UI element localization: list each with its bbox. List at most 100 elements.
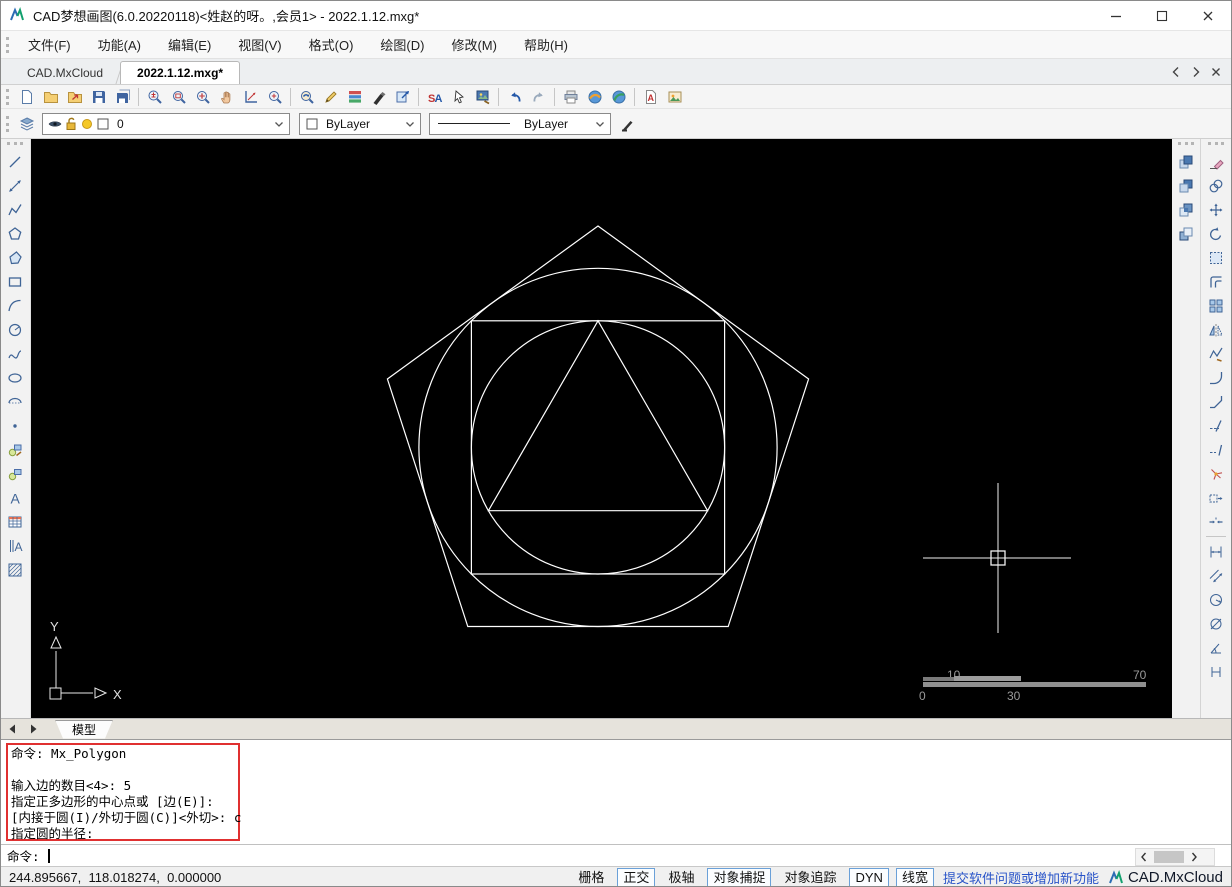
drawing-canvas[interactable]: Y X 10 70 0 30: [30, 139, 1172, 718]
stretch-button[interactable]: [1205, 486, 1228, 509]
zoom-plus-button[interactable]: [263, 85, 286, 108]
chevron-down-icon[interactable]: [402, 116, 418, 132]
xline-button[interactable]: [4, 174, 27, 197]
point-button[interactable]: [4, 414, 27, 437]
vertical-text-button[interactable]: A: [4, 534, 27, 557]
draw-order-front-button[interactable]: [1175, 150, 1198, 173]
layers-color-button[interactable]: [343, 85, 366, 108]
drawing-inscribed-circle-inner[interactable]: [470, 320, 726, 575]
dim-angular-button[interactable]: [1205, 636, 1228, 659]
ellipse-arc-button[interactable]: [4, 390, 27, 413]
array-button[interactable]: [1205, 294, 1228, 317]
zoom-extents-button[interactable]: [191, 85, 214, 108]
select-rect-button[interactable]: [1205, 246, 1228, 269]
draw-order-back-button[interactable]: [1175, 174, 1198, 197]
tab-prev-button[interactable]: [1167, 63, 1185, 81]
color-combo[interactable]: ByLayer: [299, 112, 421, 135]
scroll-right-button[interactable]: [1186, 850, 1202, 864]
save-button[interactable]: [87, 85, 110, 108]
break-button[interactable]: [1205, 510, 1228, 533]
toggle-lineweight[interactable]: 线宽: [895, 868, 934, 886]
dim-diameter-button[interactable]: [1205, 612, 1228, 635]
web-orange-button[interactable]: [583, 85, 606, 108]
draw-order-above-button[interactable]: [1175, 198, 1198, 221]
polyline-button[interactable]: [4, 198, 27, 221]
view-back-button[interactable]: [295, 85, 318, 108]
open-folder-button[interactable]: [39, 85, 62, 108]
new-file-button[interactable]: [15, 85, 38, 108]
copy-button[interactable]: [1205, 174, 1228, 197]
image-file-button[interactable]: [663, 85, 686, 108]
export-button[interactable]: [391, 85, 414, 108]
scroll-left-button[interactable]: [1136, 850, 1152, 864]
zoom-inout-button[interactable]: [143, 85, 166, 108]
menu-function[interactable]: 功能(A): [85, 31, 154, 58]
erase-button[interactable]: [1205, 150, 1228, 173]
angle-button[interactable]: [239, 85, 262, 108]
minimize-button[interactable]: [1093, 1, 1139, 30]
extend-button[interactable]: [1205, 438, 1228, 461]
block-insert-button[interactable]: [4, 438, 27, 461]
table-button[interactable]: [4, 510, 27, 533]
save-as-button[interactable]: [111, 85, 134, 108]
close-button[interactable]: [1185, 1, 1231, 30]
web-green-button[interactable]: [607, 85, 630, 108]
rotate-button[interactable]: [1205, 222, 1228, 245]
layer-combo[interactable]: 0: [42, 112, 290, 135]
menu-help[interactable]: 帮助(H): [511, 31, 581, 58]
select-hand-button[interactable]: [447, 85, 470, 108]
toggle-polar[interactable]: 极轴: [662, 868, 700, 886]
feedback-link[interactable]: 提交软件问题或增加新功能: [943, 868, 1099, 886]
scrollbar-thumb[interactable]: [1154, 851, 1184, 863]
layout-next-button[interactable]: [25, 721, 41, 737]
circle-button[interactable]: [4, 318, 27, 341]
rectangle-button[interactable]: [4, 270, 27, 293]
menu-modify[interactable]: 修改(M): [438, 31, 510, 58]
drawing-triangle[interactable]: [487, 319, 709, 512]
zoom-window-button[interactable]: [167, 85, 190, 108]
menu-format[interactable]: 格式(O): [296, 31, 367, 58]
drawing-inscribed-circle-outer[interactable]: [418, 267, 778, 628]
line-button[interactable]: [4, 150, 27, 173]
drawing-entities[interactable]: [386, 225, 810, 628]
command-hscrollbar[interactable]: [1135, 848, 1215, 866]
model-tab[interactable]: 模型: [55, 720, 113, 739]
tab-document[interactable]: 2022.1.12.mxg*: [120, 61, 241, 84]
toggle-otrack[interactable]: 对象追踪: [778, 868, 842, 886]
spline-button[interactable]: [4, 342, 27, 365]
chevron-down-icon[interactable]: [592, 116, 608, 132]
draw-order-below-button[interactable]: [1175, 222, 1198, 245]
text-style-button[interactable]: SA: [423, 85, 446, 108]
ellipse-button[interactable]: [4, 366, 27, 389]
drawing-pentagon[interactable]: [386, 225, 810, 628]
chevron-down-icon[interactable]: [271, 116, 287, 132]
text-button[interactable]: A: [4, 486, 27, 509]
toggle-ortho[interactable]: 正交: [617, 868, 656, 886]
menu-edit[interactable]: 编辑(E): [155, 31, 224, 58]
arc-button[interactable]: [4, 294, 27, 317]
layer-manager-button[interactable]: [15, 112, 38, 135]
toggle-grid[interactable]: 栅格: [572, 868, 610, 886]
toggle-osnap[interactable]: 对象捕捉: [707, 868, 772, 886]
block-make-button[interactable]: [4, 462, 27, 485]
pedit-button[interactable]: [1205, 342, 1228, 365]
chamfer-button[interactable]: [1205, 390, 1228, 413]
menu-file[interactable]: 文件(F): [15, 31, 84, 58]
trim-button[interactable]: [1205, 414, 1228, 437]
dim-radius-button[interactable]: [1205, 588, 1228, 611]
brush-button[interactable]: [367, 85, 390, 108]
print-button[interactable]: [559, 85, 582, 108]
command-input-row[interactable]: 命令:: [1, 844, 1231, 866]
pan-button[interactable]: [215, 85, 238, 108]
dim-aligned-button[interactable]: [1205, 564, 1228, 587]
linetype-combo[interactable]: ByLayer: [429, 112, 611, 135]
toggle-dyn[interactable]: DYN: [849, 868, 889, 886]
open-cloud-button[interactable]: [63, 85, 86, 108]
dim-continue-button[interactable]: [1205, 660, 1228, 683]
pen-button[interactable]: [319, 85, 342, 108]
explode-button[interactable]: [1205, 462, 1228, 485]
layout-prev-button[interactable]: [5, 721, 21, 737]
polygon2-button[interactable]: [4, 246, 27, 269]
lineweight-button[interactable]: [616, 112, 639, 135]
tab-cad-mxcloud[interactable]: CAD.MxCloud: [7, 62, 124, 84]
